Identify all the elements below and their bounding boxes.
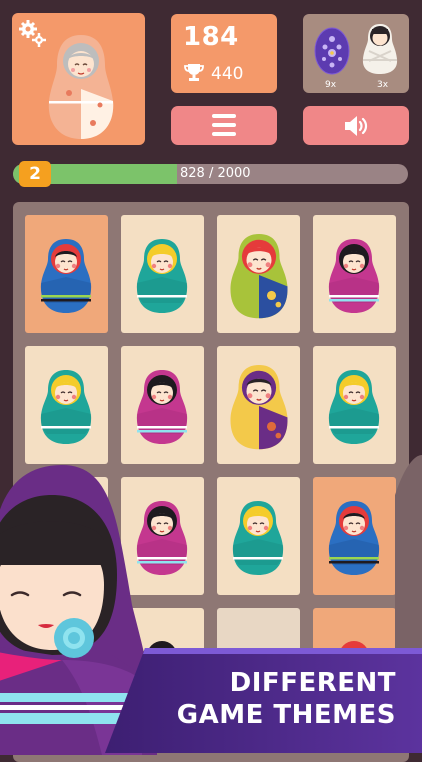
pink-black-doll-icon [136,370,188,444]
gear-icon[interactable] [18,19,48,49]
teal-blonde-doll-icon [40,370,92,444]
menu-button[interactable] [171,106,277,145]
banner-line-2: GAME THEMES [176,700,396,730]
banner-line-1: DIFFERENT [229,668,396,698]
current-doll-panel [12,13,145,145]
powerups-panel: 9x 3x [303,14,409,93]
level-badge: 2 [19,161,51,187]
purple-egg-count: 9x [325,80,337,90]
board-tile[interactable] [25,346,108,464]
teal-blonde-doll-icon [232,501,284,575]
board-tile[interactable] [217,346,300,464]
blue-red-doll-icon [328,501,380,575]
purple-egg-icon[interactable] [313,21,351,75]
hamburger-icon [212,114,236,136]
blue-red-doll-icon [40,239,92,313]
board-tile[interactable] [313,215,396,333]
pink-black-doll-icon [328,239,380,313]
purple-big-doll-icon [230,365,288,450]
white-doll-icon[interactable] [361,21,399,75]
board-tile[interactable] [25,215,108,333]
board-tile[interactable] [217,215,300,333]
board-tile[interactable] [313,346,396,464]
speaker-icon [345,116,368,136]
green-red-big-doll-icon [230,234,288,319]
score-panel: 184 440 [171,14,277,93]
board-tile[interactable] [217,477,300,595]
board-tile[interactable] [121,346,204,464]
trophy-icon [184,64,204,81]
background-hill [395,455,422,655]
board-tile[interactable] [313,477,396,595]
progress-text: 828 / 2000 [180,166,251,181]
teal-blonde-doll-icon [328,370,380,444]
grandma-doll-icon [48,35,114,139]
current-score: 184 [183,22,239,52]
white-doll-count: 3x [377,80,389,90]
sound-button[interactable] [303,106,409,145]
best-score: 440 [211,64,244,84]
teal-blonde-doll-icon [136,239,188,313]
board-tile[interactable] [121,215,204,333]
